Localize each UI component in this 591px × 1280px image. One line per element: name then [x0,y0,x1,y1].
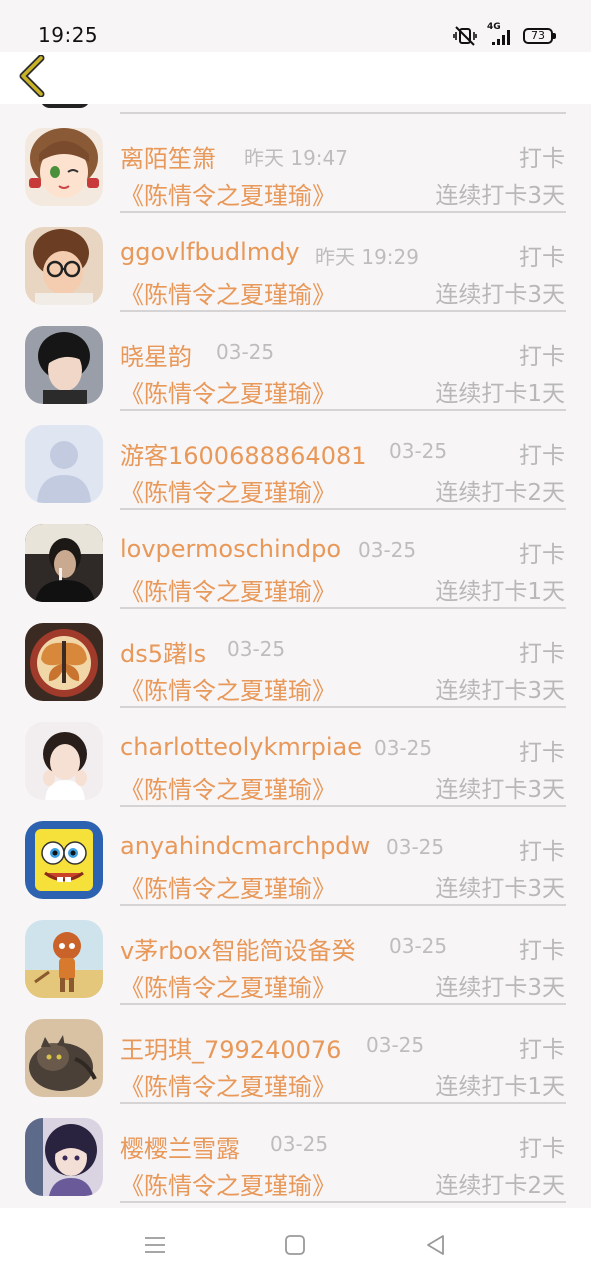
avatar[interactable] [25,128,103,206]
checkin-label: 打卡 [519,542,565,568]
menu-button[interactable] [140,1232,170,1258]
home-button[interactable] [280,1232,310,1258]
checkin-date: 昨天 19:47 [244,146,348,170]
home-square-icon [285,1235,305,1255]
chevron-left-icon [19,55,45,97]
user-name[interactable]: lovpermoschindpo [120,535,341,563]
avatar[interactable] [25,326,103,404]
avatar[interactable] [25,1118,103,1196]
user-name[interactable]: 王玥琪_799240076 [120,1030,341,1065]
list-item[interactable]: 游客1600688864081 03-25 打卡 《陈情令之夏瑾瑜》 连续打卡2… [0,401,591,510]
battery-icon: 73 [523,28,556,44]
checkin-label: 打卡 [519,839,565,865]
user-name[interactable]: charlotteolykmrpiae [120,733,362,761]
checkin-date: 03-25 [216,340,275,364]
screen: 19:25 4G 73 离陌笙箫 昨天 19:47 打卡 《陈情令之夏瑾瑜》 连… [0,0,591,1280]
avatar[interactable] [25,722,103,800]
user-name[interactable]: v茅rbox智能简设备癸 [120,931,355,966]
checkin-label: 打卡 [519,1136,565,1162]
user-name[interactable]: anyahindcmarchpdw [120,832,370,860]
avatar[interactable] [25,227,103,305]
checkin-label: 打卡 [519,641,565,667]
list-item[interactable]: 离陌笙箫 昨天 19:47 打卡 《陈情令之夏瑾瑜》 连续打卡3天 [0,104,591,213]
checkin-date: 03-25 [389,934,448,958]
checkin-label: 打卡 [519,740,565,766]
menu-icon [145,1237,165,1253]
status-bar: 19:25 4G 73 [0,0,591,52]
mute-vibrate-icon [453,26,477,46]
checkin-label: 打卡 [519,443,565,469]
avatar[interactable] [25,425,103,503]
system-nav-bar [0,1208,591,1280]
list-item[interactable]: 王玥琪_799240076 03-25 打卡 《陈情令之夏瑾瑜》 连续打卡1天 [0,995,591,1104]
book-title[interactable]: 《陈情令之夏瑾瑜》 [120,1166,336,1201]
list-item[interactable]: ds5躇ls 03-25 打卡 《陈情令之夏瑾瑜》 连续打卡3天 [0,599,591,708]
list-item[interactable]: 樱樱兰雪露 03-25 打卡 《陈情令之夏瑾瑜》 连续打卡2天 [0,1094,591,1203]
checkin-date: 03-25 [389,439,448,463]
checkin-label: 打卡 [519,344,565,370]
back-triangle-icon [427,1235,444,1255]
list-item[interactable]: lovpermoschindpo 03-25 打卡 《陈情令之夏瑾瑜》 连续打卡… [0,500,591,609]
checkin-date: 03-25 [366,1033,425,1057]
back-nav-button[interactable] [420,1232,450,1258]
checkin-label: 打卡 [519,245,565,271]
checkin-date: 03-25 [227,637,286,661]
checkin-date: 昨天 19:29 [315,245,419,269]
checkin-label: 打卡 [519,1037,565,1063]
user-name[interactable]: 离陌笙箫 [120,139,216,174]
user-name[interactable]: ggovlfbudlmdy [120,238,300,266]
checkin-label: 打卡 [519,146,565,172]
user-name[interactable]: 晓星韵 [120,337,192,372]
back-button[interactable] [12,52,52,100]
list-item[interactable]: charlotteolykmrpiae 03-25 打卡 《陈情令之夏瑾瑜》 连… [0,698,591,807]
checkin-label: 打卡 [519,938,565,964]
avatar[interactable] [25,920,103,998]
status-time: 19:25 [38,23,99,47]
list-item[interactable]: anyahindcmarchpdw 03-25 打卡 《陈情令之夏瑾瑜》 连续打… [0,797,591,906]
avatar[interactable] [25,524,103,602]
avatar[interactable] [25,1019,103,1097]
list-item[interactable]: 晓星韵 03-25 打卡 《陈情令之夏瑾瑜》 连续打卡1天 [0,302,591,411]
checkin-date: 03-25 [358,538,417,562]
checkin-date: 03-25 [270,1132,329,1156]
top-bar [0,52,591,104]
avatar[interactable] [25,821,103,899]
list-item[interactable]: ggovlfbudlmdy 昨天 19:29 打卡 《陈情令之夏瑾瑜》 连续打卡… [0,203,591,312]
user-name[interactable]: ds5躇ls [120,634,206,669]
checkin-date: 03-25 [374,736,433,760]
signal-icon: 4G [487,22,513,46]
divider [120,1201,566,1203]
status-icons: 4G 73 [453,22,556,48]
checkin-date: 03-25 [386,835,445,859]
checkin-list[interactable]: 离陌笙箫 昨天 19:47 打卡 《陈情令之夏瑾瑜》 连续打卡3天 ggovlf… [0,104,591,1208]
avatar[interactable] [25,623,103,701]
streak-text: 连续打卡2天 [435,1173,565,1199]
user-name[interactable]: 樱樱兰雪露 [120,1129,240,1164]
user-name[interactable]: 游客1600688864081 [120,436,367,471]
list-item[interactable]: v茅rbox智能简设备癸 03-25 打卡 《陈情令之夏瑾瑜》 连续打卡3天 [0,896,591,1005]
